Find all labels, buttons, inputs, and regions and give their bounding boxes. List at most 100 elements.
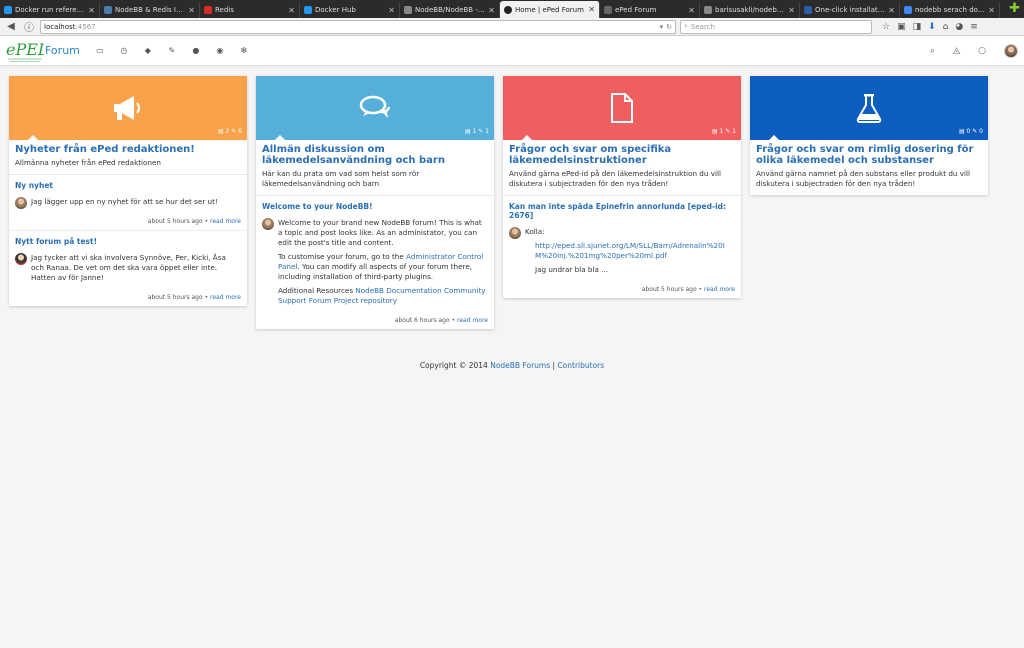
read-more-link[interactable]: read more <box>457 317 488 324</box>
tab-favicon-icon <box>604 6 612 14</box>
inbox-icon[interactable]: ▭ <box>94 46 106 55</box>
pdf-link[interactable]: http://eped.sll.sjunet.org/LM/SLL/Barn/A… <box>535 241 725 260</box>
new-tab-plus-icon[interactable]: ✚ <box>1009 1 1020 17</box>
category-description: Använd gärna ePed-id på den läkemedelsin… <box>509 169 721 188</box>
post-content: Jag undrar bla bla ... <box>535 265 608 274</box>
browser-tab[interactable]: ePed Forum ✕ <box>600 2 700 18</box>
browser-tab[interactable]: One-click installati... ✕ <box>800 2 900 18</box>
address-host: localhost <box>44 22 76 31</box>
read-more-link[interactable]: read more <box>210 218 241 225</box>
download-arrow-icon[interactable]: ⬇ <box>928 22 936 32</box>
category-description: Här kan du prata om vad som helst som rö… <box>262 169 420 188</box>
forum-brand-title[interactable]: Forum <box>45 44 80 57</box>
category-title[interactable]: Nyheter från ePed redaktionen! <box>15 144 241 155</box>
clock-recent-icon[interactable]: ◷ <box>118 46 130 55</box>
info-icon[interactable]: ⓘ <box>22 19 36 34</box>
popular-fire-icon[interactable]: ✎ <box>166 46 178 55</box>
tab-close-icon[interactable]: ✕ <box>88 6 95 15</box>
address-bar[interactable]: localhost:4567 ▾ ↻ <box>40 19 676 34</box>
category-banner[interactable]: ▤ 0 ✎ 0 <box>750 76 988 141</box>
reload-icon[interactable]: ↻ <box>666 23 672 31</box>
poster-avatar[interactable] <box>509 227 521 239</box>
contributors-link[interactable]: Contributors <box>557 361 604 370</box>
browser-tab[interactable]: nodebb serach do... ✕ <box>900 2 1000 18</box>
category-title[interactable]: Frågor och svar om specifika läkemedelsi… <box>509 144 735 166</box>
pocket-icon[interactable]: ◨ <box>913 22 922 32</box>
topic-title[interactable]: Welcome to your NodeBB! <box>262 202 488 211</box>
tab-close-icon[interactable]: ✕ <box>388 6 395 15</box>
category-card-dosage-qa: ▤ 0 ✎ 0 Frågor och svar om rimlig doseri… <box>750 76 988 195</box>
category-stats: ▤ 0 ✎ 0 <box>958 128 983 135</box>
topic-title[interactable]: Kan man inte späda Epinefrin annorlunda … <box>509 202 735 220</box>
tab-label: barisusakli/nodebb... <box>715 6 786 14</box>
user-icon[interactable]: ● <box>190 46 202 55</box>
category-title[interactable]: Allmän diskussion om läkemedelsanvändnin… <box>262 144 488 166</box>
category-banner[interactable]: ▤ 2 ✎ 6 <box>9 76 247 141</box>
back-arrow-icon[interactable]: ◀ <box>4 21 18 32</box>
poster-avatar[interactable] <box>15 197 27 209</box>
tab-close-icon[interactable]: ✕ <box>688 6 695 15</box>
browser-tab[interactable]: NodeBB & Redis In... ✕ <box>100 2 200 18</box>
post-content: Additional Resources <box>278 286 356 295</box>
tab-favicon-icon <box>404 6 412 14</box>
admin-cogs-icon[interactable]: ✻ <box>238 46 250 55</box>
url-dropdown-icon[interactable]: ▾ <box>660 23 664 31</box>
forum-search-icon[interactable]: ⌕ <box>930 46 935 56</box>
tab-close-icon[interactable]: ✕ <box>288 6 295 15</box>
tab-close-icon[interactable]: ✕ <box>588 5 595 14</box>
category-stats: ▤ 1 ✎ 1 <box>464 128 489 135</box>
user-avatar[interactable] <box>1004 43 1018 58</box>
category-banner[interactable]: ▤ 1 ✎ 1 <box>503 76 741 141</box>
tab-close-icon[interactable]: ✕ <box>188 6 195 15</box>
notifications-bell-icon[interactable]: ◬ <box>953 46 960 56</box>
post-content: Kolla: <box>525 227 545 236</box>
tab-label: nodebb serach do... <box>915 6 985 14</box>
browser-tab[interactable]: Home | ePed Forum ✕ <box>500 1 600 18</box>
tab-close-icon[interactable]: ✕ <box>488 6 495 15</box>
hamburger-menu-icon[interactable]: ≡ <box>970 22 978 32</box>
tab-favicon-icon <box>304 6 312 14</box>
category-description: Använd gärna namnet på den substans elle… <box>756 169 970 188</box>
nodebb-forums-link[interactable]: NodeBB Forums <box>490 361 550 370</box>
browser-tab[interactable]: NodeBB/NodeBB -... ✕ <box>400 2 500 18</box>
post-content: Jag lägger upp en ny nyhet för att se hu… <box>31 197 218 206</box>
reading-list-icon[interactable]: ▣ <box>897 22 906 32</box>
poster-avatar[interactable] <box>262 218 274 230</box>
tags-icon[interactable]: ◆ <box>142 46 154 55</box>
tab-favicon-icon <box>204 6 212 14</box>
bookmark-star-icon[interactable]: ☆ <box>882 22 890 32</box>
topic-teaser: Ny nyhet Jag lägger upp en ny nyhet för … <box>9 175 247 231</box>
browser-tab-strip: Docker run refere... ✕ NodeBB & Redis In..… <box>0 0 1024 18</box>
poster-avatar[interactable] <box>15 253 27 265</box>
category-card-instructions-qa: ▤ 1 ✎ 1 Frågor och svar om specifika läk… <box>503 76 741 298</box>
tab-favicon-icon <box>4 6 12 14</box>
home-icon[interactable]: ⌂ <box>943 22 949 32</box>
browser-tab[interactable]: Redis ✕ <box>200 2 300 18</box>
read-more-link[interactable]: read more <box>210 294 241 301</box>
users-group-icon[interactable]: ◉ <box>214 46 226 55</box>
document-icon <box>611 93 633 123</box>
chat-bubbles-icon <box>359 95 391 118</box>
post-time: about 5 hours ago <box>147 218 203 225</box>
browser-tab[interactable]: Docker Hub ✕ <box>300 2 400 18</box>
chat-bubble-icon[interactable]: ○ <box>978 46 986 56</box>
tab-label: ePed Forum <box>615 6 657 14</box>
browser-tab[interactable]: Docker run refere... ✕ <box>0 2 100 18</box>
post-time: about 6 hours ago <box>394 317 450 324</box>
tab-close-icon[interactable]: ✕ <box>888 6 895 15</box>
browser-search-box[interactable]: ⌕ Search <box>680 19 872 34</box>
chat-icon[interactable]: ◕ <box>955 22 963 32</box>
tab-favicon-icon <box>904 6 912 14</box>
tab-close-icon[interactable]: ✕ <box>788 6 795 15</box>
post-content: Hatten av för Janne! <box>31 273 104 282</box>
tab-close-icon[interactable]: ✕ <box>988 6 995 15</box>
category-banner[interactable]: ▤ 1 ✎ 1 <box>256 76 494 141</box>
category-title[interactable]: Frågor och svar om rimlig dosering för o… <box>756 144 982 166</box>
browser-tab[interactable]: barisusakli/nodebb... ✕ <box>700 2 800 18</box>
read-more-link[interactable]: read more <box>704 286 735 293</box>
tab-label: NodeBB & Redis In... <box>115 6 186 14</box>
eped-logo[interactable]: ePED <box>6 38 51 64</box>
topic-title[interactable]: Ny nyhet <box>15 181 241 190</box>
forum-header: ePED Forum ▭ ◷ ◆ ✎ ● ◉ ✻ ⌕ ◬ ○ <box>0 36 1024 66</box>
topic-title[interactable]: Nytt forum på test! <box>15 237 241 246</box>
